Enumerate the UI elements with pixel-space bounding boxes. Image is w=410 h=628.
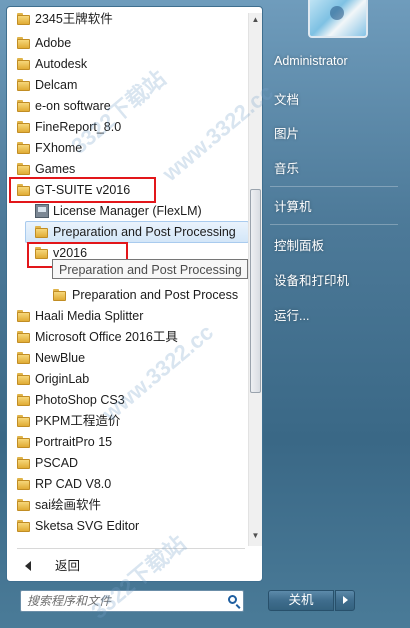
tooltip: Preparation and Post Processing — [52, 259, 248, 279]
control-panel-link[interactable]: 控制面板 — [274, 235, 324, 254]
program-folder-haali[interactable]: Haali Media Splitter — [15, 306, 245, 326]
shutdown-options-button[interactable] — [335, 590, 355, 611]
program-folder-office-tools[interactable]: Microsoft Office 2016工具 — [15, 327, 245, 347]
folder-icon — [17, 499, 30, 511]
scroll-up-arrow[interactable]: ▲ — [251, 16, 260, 24]
search-box[interactable] — [20, 590, 244, 612]
back-arrow-icon — [25, 561, 31, 571]
folder-icon — [35, 226, 48, 238]
folder-icon — [17, 415, 30, 427]
search-icon[interactable] — [228, 595, 237, 604]
folder-icon — [17, 100, 30, 112]
license-manager-icon — [35, 204, 49, 218]
folder-icon — [17, 163, 30, 175]
user-picture[interactable] — [308, 0, 368, 38]
folder-icon — [17, 394, 30, 406]
folder-icon — [17, 436, 30, 448]
program-prep-post-process[interactable]: Preparation and Post Process — [15, 285, 247, 305]
program-folder-fxhome[interactable]: FXhome — [15, 138, 245, 158]
folder-icon — [17, 457, 30, 469]
program-folder-prep-post[interactable]: Preparation and Post Processing — [15, 222, 247, 242]
program-folder-pkpm[interactable]: PKPM工程造价 — [15, 411, 245, 431]
run-link[interactable]: 运行... — [274, 305, 309, 324]
computer-link[interactable]: 计算机 — [274, 196, 312, 215]
program-folder-sai[interactable]: sai绘画软件 — [15, 495, 245, 515]
program-folder-finereport[interactable]: FineReport_8.0 — [15, 117, 245, 137]
folder-icon — [17, 373, 30, 385]
program-folder-originlab[interactable]: OriginLab — [15, 369, 245, 389]
folder-icon — [17, 520, 30, 532]
program-license-manager[interactable]: License Manager (FlexLM) — [15, 201, 245, 221]
devices-printers-link[interactable]: 设备和打印机 — [274, 270, 349, 289]
program-folder-2345[interactable]: 2345王牌软件 — [15, 9, 245, 29]
documents-link[interactable]: 文档 — [274, 89, 299, 108]
program-folder-delcam[interactable]: Delcam — [15, 75, 245, 95]
folder-icon — [17, 79, 30, 91]
folder-icon — [17, 352, 30, 364]
shutdown-button[interactable]: 关机 — [268, 590, 334, 611]
program-folder-eon[interactable]: e-on software — [15, 96, 245, 116]
program-folder-games[interactable]: Games — [15, 159, 245, 179]
folder-icon — [17, 37, 30, 49]
folder-icon — [17, 142, 30, 154]
user-name-link[interactable]: Administrator — [274, 54, 348, 68]
folder-icon — [17, 13, 30, 25]
program-folder-photoshop[interactable]: PhotoShop CS3 — [15, 390, 245, 410]
programs-pane: 2345王牌软件 Adobe Autodesk Delcam e-on soft… — [6, 6, 263, 582]
folder-icon — [17, 331, 30, 343]
annotation-box-gt-suite — [9, 177, 156, 203]
folder-icon — [17, 121, 30, 133]
program-folder-rpcad[interactable]: RP CAD V8.0 — [15, 474, 245, 494]
folder-icon — [17, 58, 30, 70]
pictures-link[interactable]: 图片 — [274, 123, 299, 142]
right-divider — [270, 186, 398, 187]
program-folder-autodesk[interactable]: Autodesk — [15, 54, 245, 74]
search-input[interactable] — [27, 593, 215, 609]
program-folder-adobe[interactable]: Adobe — [15, 33, 245, 53]
folder-icon — [17, 310, 30, 322]
back-button[interactable]: 返回 — [13, 555, 253, 577]
scroll-down-arrow[interactable]: ▼ — [251, 532, 260, 540]
scrollbar-thumb[interactable] — [250, 189, 261, 393]
folder-icon — [17, 478, 30, 490]
music-link[interactable]: 音乐 — [274, 158, 299, 177]
program-folder-sketsa[interactable]: Sketsa SVG Editor — [15, 516, 245, 536]
program-folder-pscad[interactable]: PSCAD — [15, 453, 245, 473]
right-divider — [270, 224, 398, 225]
list-divider — [17, 548, 245, 549]
programs-scrollbar[interactable]: ▲ ▼ — [248, 13, 262, 546]
program-folder-newblue[interactable]: NewBlue — [15, 348, 245, 368]
folder-icon — [53, 289, 66, 301]
program-folder-portraitpro[interactable]: PortraitPro 15 — [15, 432, 245, 452]
